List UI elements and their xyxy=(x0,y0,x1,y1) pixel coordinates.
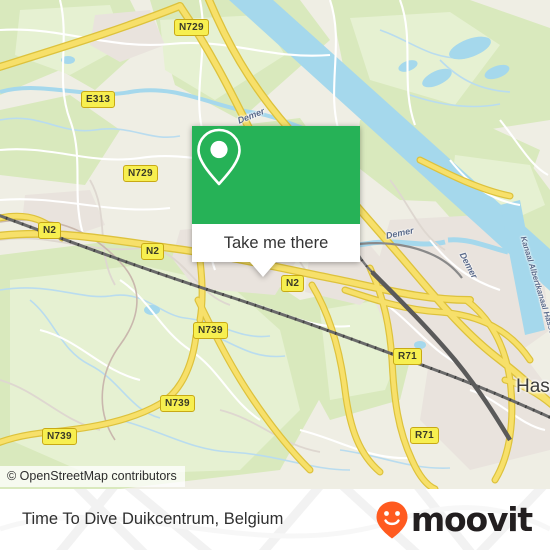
popup-pointer xyxy=(250,262,276,277)
road-shield: N729 xyxy=(174,19,209,36)
moovit-pin-icon xyxy=(376,501,408,538)
road-shield: N2 xyxy=(38,222,62,239)
city-label: Hass xyxy=(516,376,550,397)
place-popup-card[interactable]: Take me there xyxy=(192,126,360,277)
road-shield: R71 xyxy=(393,348,422,365)
moovit-place-card: N729 E313 N729 N2 N2 N2 N739 N739 N739 R… xyxy=(0,0,550,550)
popup-action-bar[interactable]: Take me there xyxy=(192,224,360,262)
road-shield: E313 xyxy=(81,91,116,108)
footer-bar: Time To Dive Duikcentrum, Belgium moovit xyxy=(0,489,550,550)
road-shield: N729 xyxy=(123,165,158,182)
road-shield: N739 xyxy=(193,322,228,339)
road-shield: N2 xyxy=(141,243,165,260)
take-me-there-label: Take me there xyxy=(223,233,329,252)
osm-attribution[interactable]: © OpenStreetMap contributors xyxy=(0,466,185,487)
location-pin-icon xyxy=(197,128,241,186)
moovit-wordmark: moovit xyxy=(410,500,533,539)
road-shield: N2 xyxy=(281,275,305,292)
moovit-logo[interactable]: moovit xyxy=(375,489,533,550)
road-shield: N739 xyxy=(160,395,195,412)
place-title: Time To Dive Duikcentrum, Belgium xyxy=(22,510,284,528)
road-shield: R71 xyxy=(410,427,439,444)
map-canvas[interactable]: N729 E313 N729 N2 N2 N2 N739 N739 N739 R… xyxy=(0,0,550,489)
road-shield: N739 xyxy=(42,428,77,445)
popup-header xyxy=(192,126,360,224)
